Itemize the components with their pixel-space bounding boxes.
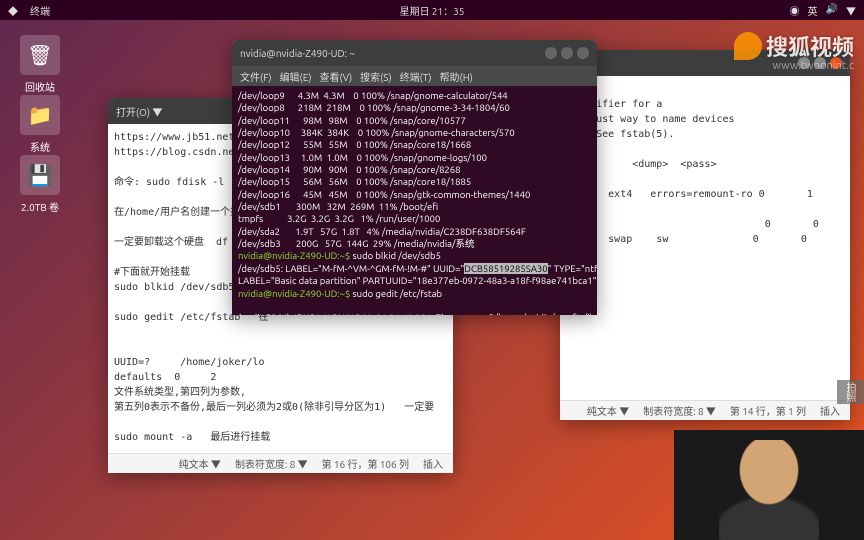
gedit-fstab-content[interactable]: identifier for a e robust way to name de… xyxy=(560,76,850,400)
app-name[interactable]: 终端 xyxy=(30,3,50,18)
open-button[interactable]: 打开(O) ▼ xyxy=(116,104,162,119)
network-icon[interactable]: ◉ xyxy=(790,3,800,18)
syntax-mode[interactable]: 纯文本 ▼ xyxy=(179,456,221,471)
fox-icon xyxy=(734,32,762,60)
activities-label[interactable]: ◆ xyxy=(8,3,18,18)
tab-width[interactable]: 制表符宽度: 8 ▼ xyxy=(643,403,716,418)
lang-indicator[interactable]: 英 xyxy=(808,3,818,18)
video-watermark: 搜狐视频 xyxy=(734,30,854,62)
terminal-output[interactable]: /dev/loop9 4.3M 4.3M 0 100% /snap/gnome-… xyxy=(232,86,597,315)
trash-icon[interactable]: 🗑回收站 xyxy=(10,35,70,94)
system-icon[interactable]: 📁系统 xyxy=(10,95,70,154)
disk-icon[interactable]: 💾2.0TB 卷 xyxy=(10,155,70,214)
presenter xyxy=(719,440,819,540)
menu-help[interactable]: 帮助(H) xyxy=(440,69,473,84)
menu-view[interactable]: 查看(V) xyxy=(319,69,352,84)
clock[interactable]: 星期日 21：35 xyxy=(400,3,465,18)
power-icon[interactable]: ▼ xyxy=(846,3,856,18)
close-icon[interactable] xyxy=(577,47,589,59)
cursor-pos: 第 16 行，第 106 列 xyxy=(322,456,409,471)
syntax-mode[interactable]: 纯文本 ▼ xyxy=(587,403,629,418)
menu-file[interactable]: 文件(F) xyxy=(240,69,272,84)
top-panel: ◆ 终端 星期日 21：35 ◉ 英 🔊 ▼ xyxy=(0,0,864,20)
insert-mode: 插入 xyxy=(820,403,840,418)
webcam-feed xyxy=(674,430,864,540)
url-watermark: www.twoonint.c xyxy=(772,60,854,72)
menu-search[interactable]: 搜索(S) xyxy=(360,69,392,84)
sound-icon[interactable]: 🔊 xyxy=(826,3,838,18)
menu-edit[interactable]: 编辑(E) xyxy=(280,69,312,84)
window-title: nvidia@nvidia-Z490-UD: ~ xyxy=(240,48,355,59)
minimize-icon[interactable] xyxy=(545,47,557,59)
terminal-menubar: 文件(F) 编辑(E) 查看(V) 搜索(S) 终端(T) 帮助(H) xyxy=(232,66,597,86)
terminal-window[interactable]: nvidia@nvidia-Z490-UD: ~ 文件(F) 编辑(E) 查看(… xyxy=(232,40,597,315)
uuid-highlight: DCB58519285SA30 xyxy=(464,263,547,274)
menu-terminal[interactable]: 终端(T) xyxy=(400,69,432,84)
gedit-fstab-window[interactable]: *fstab identifier for a e robust way to … xyxy=(560,50,850,420)
gedit-notes-statusbar: 纯文本 ▼ 制表符宽度: 8 ▼ 第 16 行，第 106 列 插入 xyxy=(108,453,453,473)
tab-width[interactable]: 制表符宽度: 8 ▼ xyxy=(235,456,308,471)
cursor-pos: 第 14 行，第 1 列 xyxy=(730,403,806,418)
maximize-icon[interactable] xyxy=(561,47,573,59)
insert-mode: 插入 xyxy=(423,456,443,471)
terminal-titlebar[interactable]: nvidia@nvidia-Z490-UD: ~ xyxy=(232,40,597,66)
side-label: 拍照 xyxy=(837,380,864,404)
gedit-fstab-statusbar: 纯文本 ▼ 制表符宽度: 8 ▼ 第 14 行，第 1 列 插入 xyxy=(560,400,850,420)
